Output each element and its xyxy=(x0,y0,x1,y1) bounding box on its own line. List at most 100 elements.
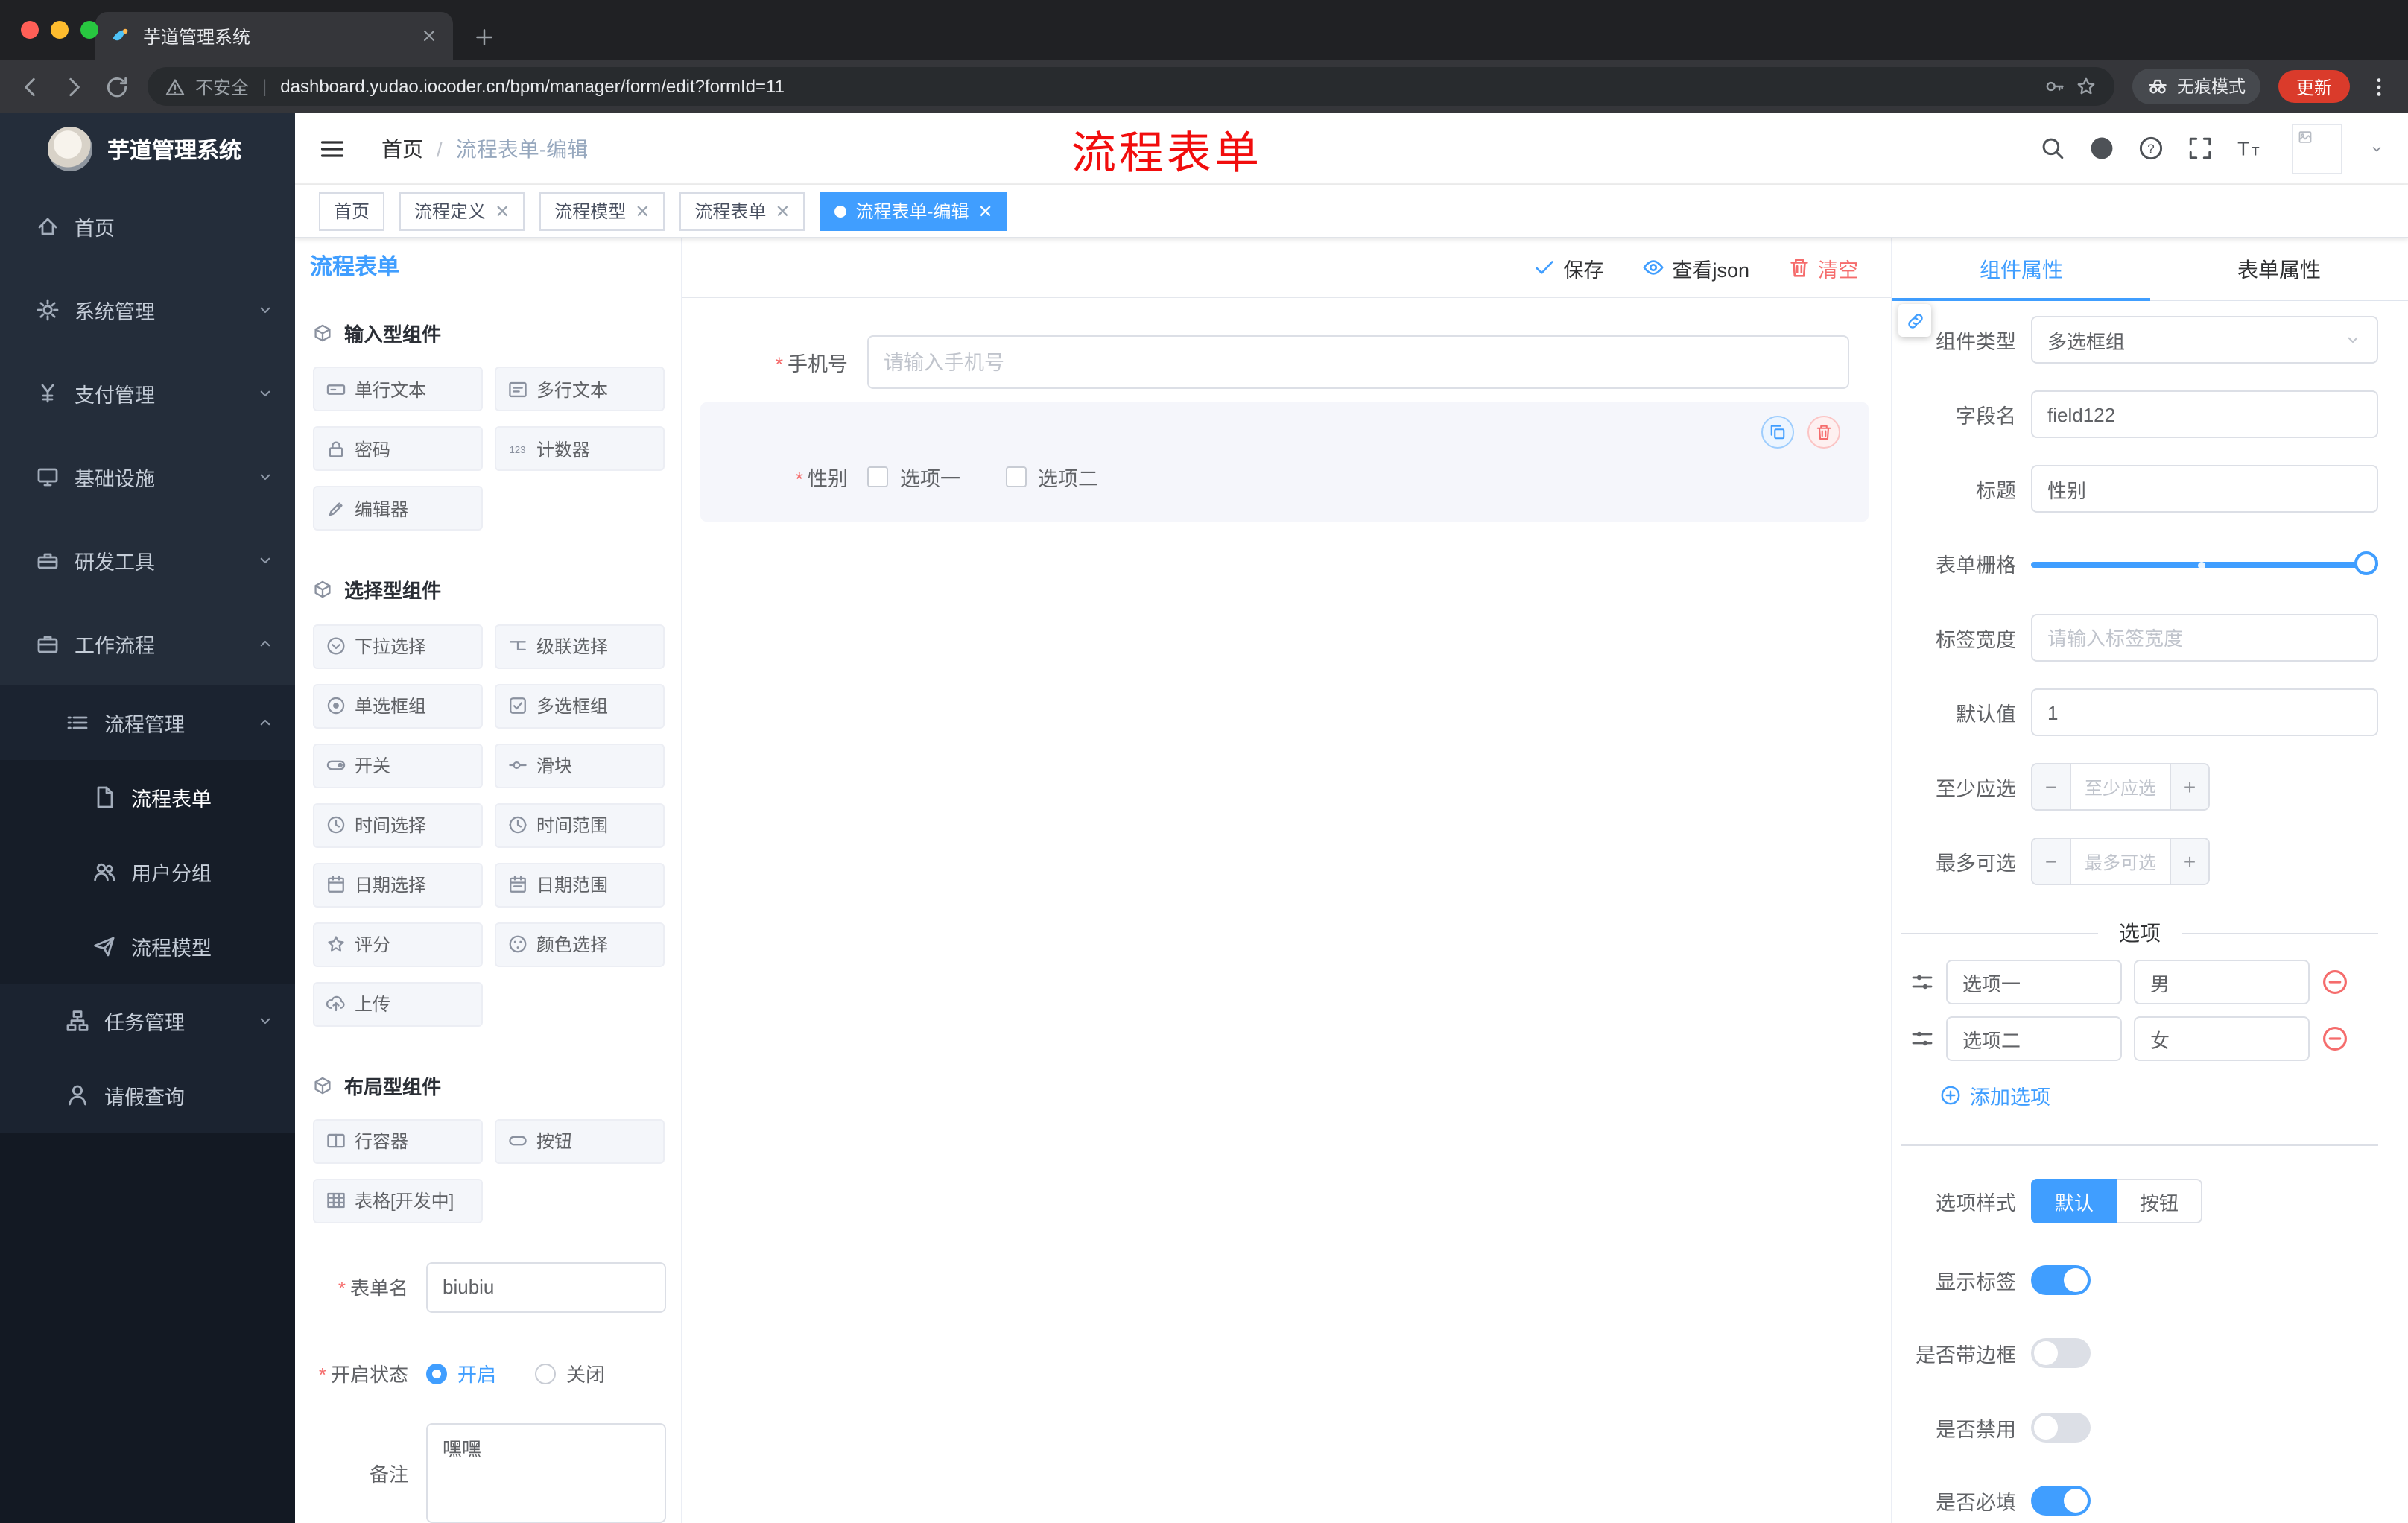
style-button-button[interactable]: 按钮 xyxy=(2117,1179,2203,1223)
grid-slider[interactable] xyxy=(2031,551,2378,575)
show-label-switch[interactable] xyxy=(2031,1265,2091,1295)
search-icon[interactable] xyxy=(2040,136,2065,161)
breadcrumb-home[interactable]: 首页 xyxy=(381,133,423,163)
label-width-input[interactable] xyxy=(2031,614,2378,662)
status-on-radio[interactable] xyxy=(426,1363,447,1384)
canvas-field-phone[interactable]: * 手机号 xyxy=(682,335,1891,389)
browser-menu-icon[interactable] xyxy=(2368,75,2390,98)
sidebar-logo[interactable]: 芋道管理系统 xyxy=(0,113,295,185)
status-on-label[interactable]: 开启 xyxy=(457,1360,496,1388)
component-chip[interactable]: 单行文本 xyxy=(313,367,483,412)
anchor-link-button[interactable] xyxy=(1898,304,1931,337)
component-chip[interactable]: 多选框组 xyxy=(495,683,665,729)
tag-process-form-edit[interactable]: 流程表单-编辑 ✕ xyxy=(820,191,1008,230)
option-value-input[interactable]: 男 xyxy=(2134,960,2310,1004)
component-chip[interactable]: 下拉选择 xyxy=(313,624,483,669)
tag-close-icon[interactable]: ✕ xyxy=(978,200,993,221)
tab-form-props[interactable]: 表单属性 xyxy=(2150,238,2408,300)
help-icon[interactable]: ? xyxy=(2138,136,2164,161)
form-name-input[interactable] xyxy=(426,1261,666,1313)
canvas-field-gender-selected[interactable]: * 性别 选项一 选项二 xyxy=(700,402,1869,522)
component-chip[interactable]: 单选框组 xyxy=(313,683,483,729)
component-chip[interactable]: 密码 xyxy=(313,426,483,472)
tag-close-icon[interactable]: ✕ xyxy=(635,200,650,221)
forward-button[interactable] xyxy=(61,74,86,99)
add-option-button[interactable]: 添加选项 xyxy=(1892,1079,2378,1112)
sidebar-item-process-form[interactable]: 流程表单 xyxy=(0,760,295,835)
component-chip[interactable]: 级联选择 xyxy=(495,624,665,669)
form-remark-textarea[interactable]: 嘿嘿 xyxy=(426,1422,666,1523)
user-avatar[interactable] xyxy=(2292,123,2342,174)
style-default-button[interactable]: 默认 xyxy=(2031,1179,2118,1223)
component-chip[interactable]: 日期范围 xyxy=(495,862,665,908)
component-chip[interactable]: 行容器 xyxy=(313,1118,483,1164)
component-chip[interactable]: 编辑器 xyxy=(313,486,483,531)
component-chip[interactable]: 表格[开发中] xyxy=(313,1178,483,1223)
minus-button[interactable]: − xyxy=(2032,839,2071,884)
font-size-icon[interactable]: TT xyxy=(2237,136,2262,161)
component-chip[interactable]: 上传 xyxy=(313,981,483,1027)
component-chip[interactable]: 123 计数器 xyxy=(495,426,665,472)
tag-process-form[interactable]: 流程表单 ✕ xyxy=(679,191,805,230)
disabled-switch[interactable] xyxy=(2031,1413,2091,1443)
tag-close-icon[interactable]: ✕ xyxy=(775,200,790,221)
close-window-button[interactable] xyxy=(21,21,39,39)
tag-process-definition[interactable]: 流程定义 ✕ xyxy=(399,191,525,230)
component-chip[interactable]: 日期选择 xyxy=(313,862,483,908)
tag-home[interactable]: 首页 xyxy=(319,191,385,230)
phone-input[interactable] xyxy=(867,335,1849,389)
border-switch[interactable] xyxy=(2031,1338,2091,1368)
stepper-placeholder[interactable]: 最多可选 xyxy=(2071,839,2170,884)
sidebar-item-process-management[interactable]: 流程管理 xyxy=(0,685,295,760)
sidebar-item-infra[interactable]: 基础设施 xyxy=(0,435,295,519)
component-chip[interactable]: 多行文本 xyxy=(495,367,665,412)
address-bar[interactable]: 不安全 | dashboard.yudao.iocoder.cn/bpm/man… xyxy=(148,67,2114,106)
component-chip[interactable]: 开关 xyxy=(313,743,483,788)
sidebar-item-devtools[interactable]: 研发工具 xyxy=(0,519,295,602)
clear-button[interactable]: 清空 xyxy=(1788,253,1858,282)
avatar-caret-icon[interactable] xyxy=(2369,141,2384,156)
status-off-radio[interactable] xyxy=(535,1363,557,1384)
slider-handle[interactable] xyxy=(2354,551,2378,575)
tab-component-props[interactable]: 组件属性 xyxy=(1892,238,2150,301)
gender-option-2[interactable]: 选项二 xyxy=(1005,462,1098,492)
option-label-input[interactable]: 选项一 xyxy=(1946,960,2122,1004)
stepper-placeholder[interactable]: 至少应选 xyxy=(2071,764,2170,809)
required-switch[interactable] xyxy=(2031,1486,2091,1516)
sidebar-item-payment[interactable]: 支付管理 xyxy=(0,352,295,435)
checkbox-icon[interactable] xyxy=(867,466,888,487)
back-button[interactable] xyxy=(18,74,43,99)
component-chip[interactable]: 时间范围 xyxy=(495,802,665,848)
minus-button[interactable]: − xyxy=(2032,764,2071,809)
remove-option-button[interactable] xyxy=(2322,1025,2348,1052)
remove-option-button[interactable] xyxy=(2322,969,2348,995)
password-manager-icon[interactable] xyxy=(2044,76,2065,97)
view-json-button[interactable]: 查看json xyxy=(1642,253,1749,282)
delete-field-button[interactable] xyxy=(1807,416,1840,449)
component-chip[interactable]: 评分 xyxy=(313,922,483,967)
fullscreen-icon[interactable] xyxy=(2187,136,2213,161)
component-chip[interactable]: 滑块 xyxy=(495,743,665,788)
component-chip[interactable]: 按钮 xyxy=(495,1118,665,1164)
sidebar-item-workflow[interactable]: 工作流程 xyxy=(0,602,295,685)
minimize-window-button[interactable] xyxy=(51,21,69,39)
sidebar-collapse-button[interactable] xyxy=(319,135,346,162)
option-label-input[interactable]: 选项二 xyxy=(1946,1016,2122,1061)
tag-process-model[interactable]: 流程模型 ✕ xyxy=(539,191,665,230)
sidebar-item-process-model[interactable]: 流程模型 xyxy=(0,909,295,984)
new-tab-button[interactable] xyxy=(474,27,495,48)
field-name-input[interactable] xyxy=(2031,390,2378,438)
tag-close-icon[interactable]: ✕ xyxy=(495,200,510,221)
zoom-window-button[interactable] xyxy=(80,21,98,39)
title-input[interactable] xyxy=(2031,465,2378,513)
sidebar-item-system[interactable]: 系统管理 xyxy=(0,268,295,352)
sidebar-item-task-management[interactable]: 任务管理 xyxy=(0,984,295,1058)
status-off-label[interactable]: 关闭 xyxy=(566,1360,605,1388)
browser-tab[interactable]: 芋道管理系统 xyxy=(95,12,453,60)
component-type-select[interactable]: 多选框组 xyxy=(2031,316,2378,364)
option-value-input[interactable]: 女 xyxy=(2134,1016,2310,1061)
checkbox-icon[interactable] xyxy=(1005,466,1026,487)
sidebar-item-leave-query[interactable]: 请假查询 xyxy=(0,1058,295,1133)
plus-button[interactable]: + xyxy=(2170,839,2208,884)
sidebar-item-user-group[interactable]: 用户分组 xyxy=(0,835,295,909)
